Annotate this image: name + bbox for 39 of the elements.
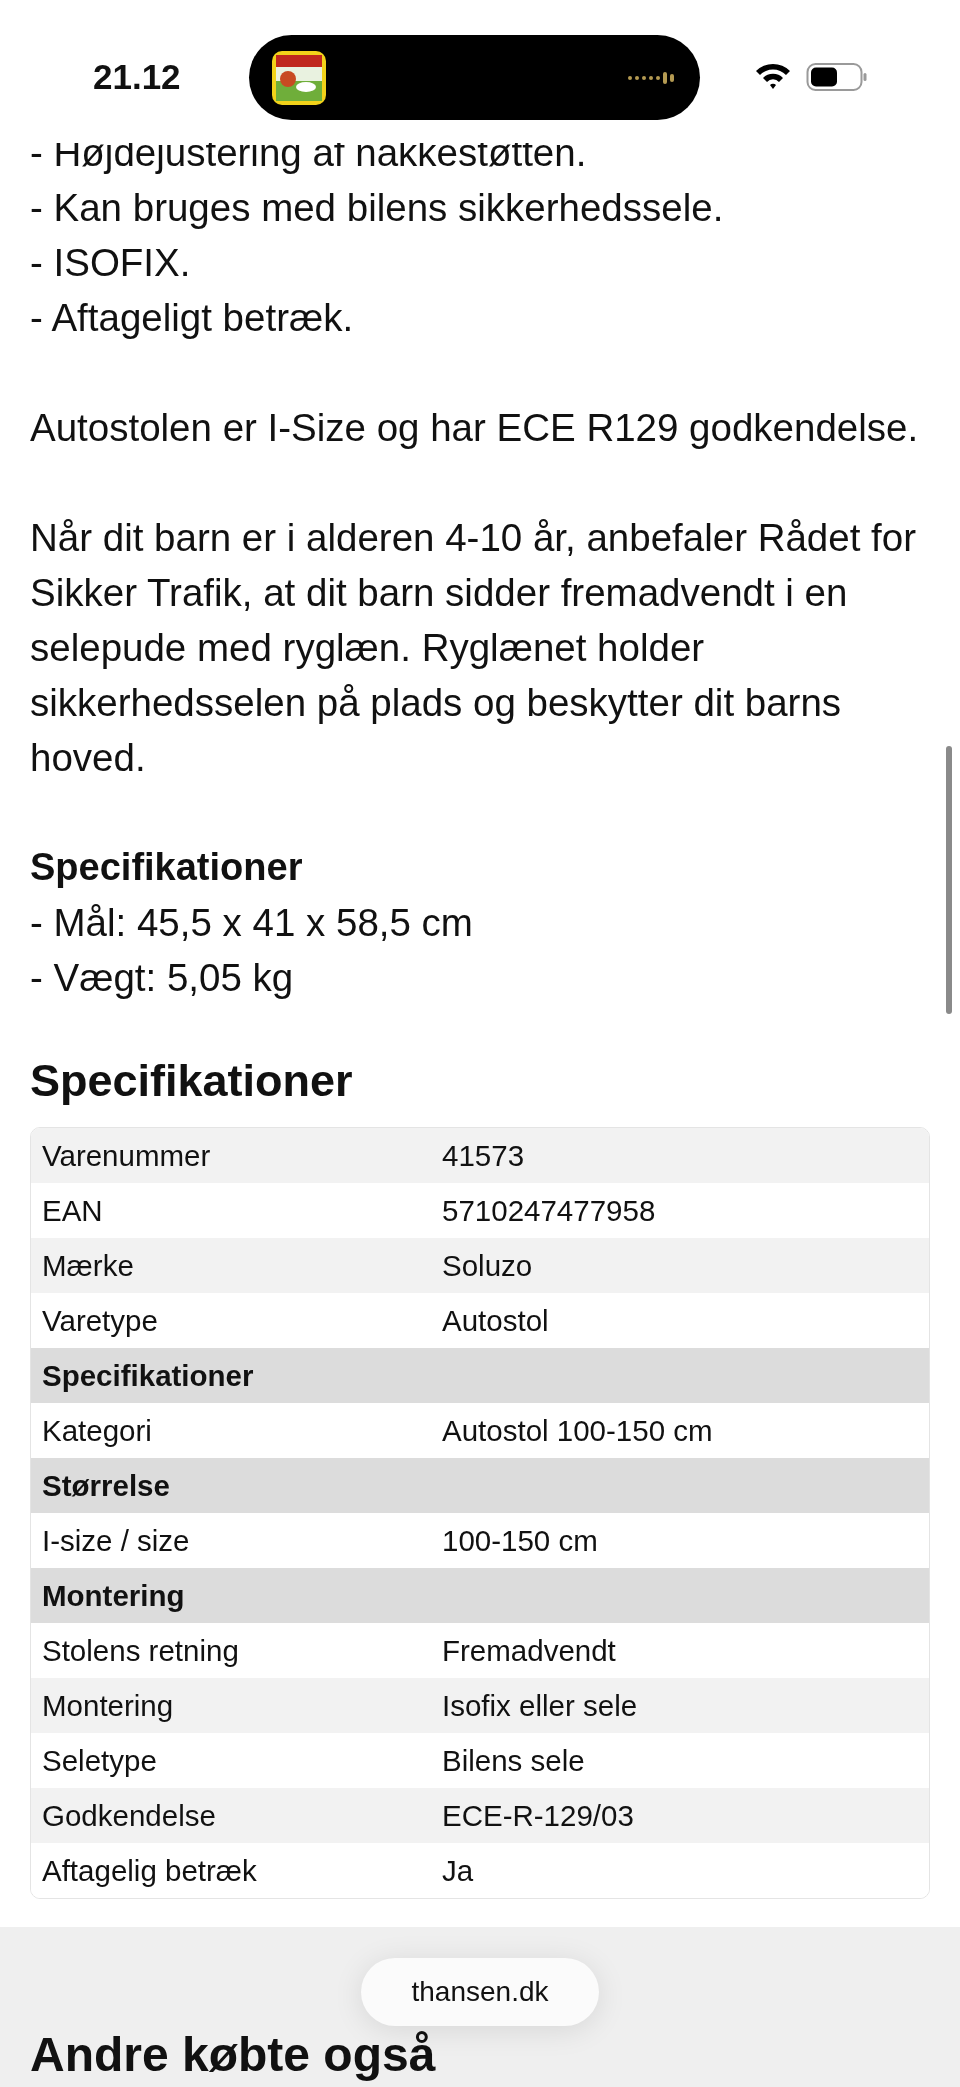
clock-time: 21.12 <box>93 56 181 98</box>
table-cell-text: 100-150 cm <box>441 1523 599 1558</box>
table-cell-text: EAN <box>41 1193 104 1228</box>
table-cell-text: ECE-R-129/03 <box>441 1798 635 1833</box>
table-cell-text: Montering <box>41 1688 175 1723</box>
address-bar[interactable]: thansen.dk <box>361 1958 599 2026</box>
table-cell-text: Mærke <box>41 1248 135 1283</box>
table-cell-text: Varetype <box>41 1303 159 1338</box>
table-cell-text: Seletype <box>41 1743 158 1778</box>
subsection-title: Specifikationer <box>30 845 304 890</box>
table-cell-text: Ja <box>441 1853 475 1888</box>
table-cell-text: 5710247477958 <box>441 1193 657 1228</box>
paragraph: Autostolen er I-Size og har ECE R129 godkendelse. <box>30 405 920 451</box>
table-cell-text: Varenummer <box>41 1138 212 1173</box>
list-item: - Mål: 45,5 x 41 x 58,5 cm <box>30 900 474 946</box>
table-cell-text: Kategori <box>41 1413 153 1448</box>
table-cell-text: Størrelse <box>41 1468 171 1503</box>
table-cell-text: I-size / size <box>41 1523 191 1558</box>
table-cell-text: Isofix eller sele <box>441 1688 639 1723</box>
table-cell-text: Stolens retning <box>41 1633 240 1668</box>
table-cell-text: Autostol 100-150 cm <box>441 1413 714 1448</box>
table-cell-text: Aftagelig betræk <box>41 1853 258 1888</box>
section-title: Specifikationer <box>30 1054 354 1108</box>
paragraph: Når dit barn er i alderen 4-10 år, anbefaler Rådet for Sikker Trafik, at dit barn sidder fremadvendt i en selepude med ryglæn. Ryglænet holder sikkerhedsselen på plads og beskytter dit barns hoved. <box>30 515 917 781</box>
list-item: - Vægt: 5,05 kg <box>30 955 295 1001</box>
table-cell-text: 41573 <box>441 1138 526 1173</box>
list-item: - Aftageligt betræk. <box>30 295 355 341</box>
table-cell-text: Autostol <box>441 1303 550 1338</box>
battery-icon <box>806 62 868 92</box>
list-item: - ISOFIX. <box>30 240 192 286</box>
list-item: - Kan bruges med bilens sikkerhedssele. <box>30 185 725 231</box>
wifi-icon <box>754 61 792 91</box>
table-cell-text: Godkendelse <box>41 1798 217 1833</box>
table-cell-text: Fremadvendt <box>441 1633 617 1668</box>
table-cell-text: Specifikationer <box>41 1358 255 1393</box>
table-cell-text: Bilens sele <box>441 1743 586 1778</box>
section-title: Andre købte også <box>30 2031 437 2079</box>
table-cell-text: Montering <box>41 1578 186 1613</box>
table-cell-text: Soluzo <box>441 1248 534 1283</box>
